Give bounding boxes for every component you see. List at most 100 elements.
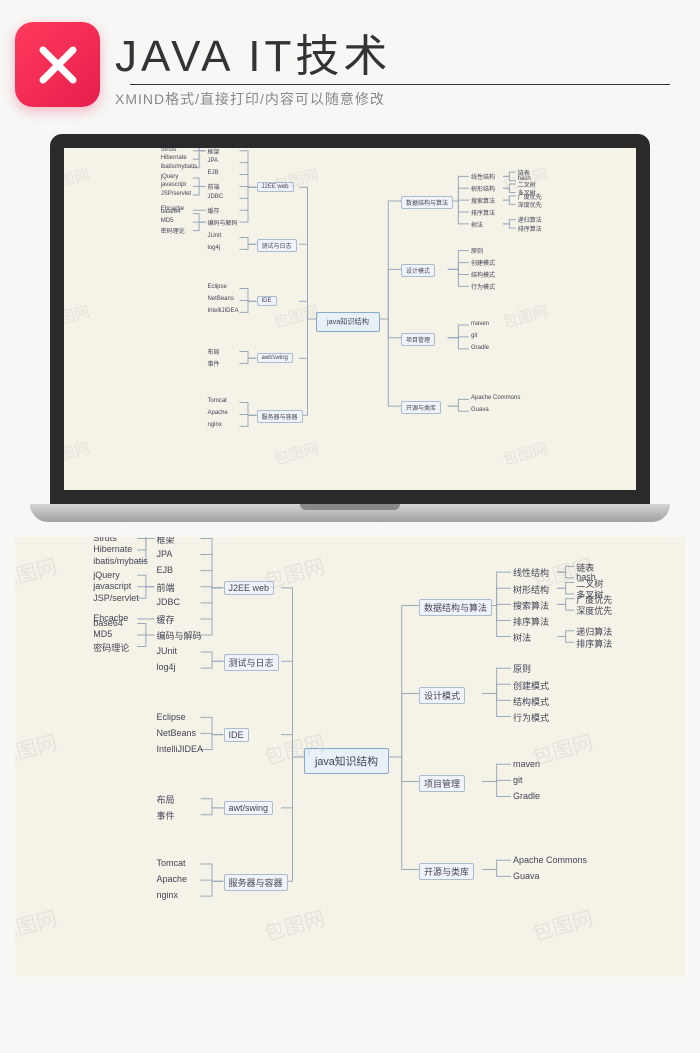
mindmap-node: nginx — [155, 890, 181, 900]
mindmap-node: Struts — [159, 147, 179, 153]
watermark: 包图网 — [50, 436, 92, 469]
mindmap-node: 设计模式 — [401, 264, 435, 277]
page-title: JAVA IT技术 — [115, 20, 685, 84]
mindmap-node: JSP/servlet — [159, 191, 193, 197]
mindmap-node: Apache — [206, 410, 230, 416]
mindmap-node: JUnit — [155, 646, 180, 656]
mindmap-node: Hibernate — [91, 544, 134, 554]
mindmap-node: Tomcat — [206, 398, 229, 404]
mindmap-node: Eclipse — [206, 284, 229, 290]
watermark: 包图网 — [15, 725, 60, 770]
mindmap-node: nginx — [206, 422, 224, 428]
mindmap-node: IDE — [224, 728, 249, 742]
mindmap-node: Hibernate — [159, 155, 189, 161]
mindmap-node: 事件 — [155, 809, 177, 822]
mindmap-node: Apache — [155, 874, 190, 884]
mindmap-node: 前端 — [155, 581, 177, 594]
mindmap-node: JPA — [155, 549, 175, 559]
mindmap-node: 编码与解码 — [206, 218, 240, 227]
mindmap-node: 布局 — [155, 793, 177, 806]
mindmap-node: 测试与日志 — [257, 239, 297, 252]
mindmap-node: 排序算法 — [574, 637, 614, 650]
mindmap-node: 行为模式 — [511, 711, 551, 724]
mindmap-node: 框架 — [155, 537, 177, 546]
mindmap-node: 编码与解码 — [155, 629, 204, 642]
mindmap-node: 布局 — [206, 347, 222, 356]
mindmap-node: 原则 — [469, 246, 485, 255]
mindmap-node: 结构模式 — [469, 270, 497, 279]
mindmap-node: ibatis/mybatis — [91, 556, 150, 566]
title-block: JAVA IT技术 XMIND格式/直接打印/内容可以随意修改 — [115, 20, 685, 109]
watermark: 包图网 — [271, 299, 321, 332]
mindmap-node: 测试与日志 — [224, 654, 279, 671]
watermark: 包图网 — [271, 436, 321, 469]
mindmap-node: 线性结构 — [469, 172, 497, 181]
mindmap-node: 树法 — [511, 631, 533, 644]
mindmap-node: 框架 — [206, 147, 222, 156]
mindmap-node: git — [511, 775, 525, 785]
mindmap-node: 设计模式 — [419, 687, 465, 704]
mindmap-node: java知识结构 — [316, 312, 380, 332]
watermark: 包图网 — [15, 901, 60, 946]
mindmap-node: git — [469, 333, 479, 339]
mindmap-node: 创建模式 — [469, 258, 497, 267]
mindmap-node: maven — [469, 321, 491, 327]
mindmap-node: 线性结构 — [511, 566, 551, 579]
mindmap-node: JPA — [206, 158, 221, 164]
mindmap-node: java知识结构 — [304, 748, 389, 774]
mindmap-node: IntelliJIDEA — [155, 744, 206, 754]
mindmap-node: 排序算法 — [511, 615, 551, 628]
mindmap-node: log4j — [155, 662, 178, 672]
mindmap-node: 事件 — [206, 359, 222, 368]
mindmap-node: 搜索算法 — [469, 196, 497, 205]
mindmap-node: 排序算法 — [469, 208, 497, 217]
mindmap-node: NetBeans — [206, 296, 236, 302]
watermark: 包图网 — [15, 549, 60, 594]
mindmap-node: base64 — [159, 209, 183, 215]
mindmap-large: java知识结构J2EE web框架后台MVCspring框架StrutsHib… — [15, 537, 685, 977]
mindmap-node: 缓存 — [155, 613, 177, 626]
mindmap-node: 树法 — [469, 220, 485, 229]
mindmap-node: Gradle — [469, 345, 491, 351]
mindmap-node: 树形结构 — [469, 184, 497, 193]
header: JAVA IT技术 XMIND格式/直接打印/内容可以随意修改 — [0, 0, 700, 119]
mindmap-node: 深度优先 — [516, 200, 544, 209]
mindmap-node: JDBC — [155, 597, 183, 607]
mindmap-node: JSP/servlet — [91, 593, 141, 603]
mindmap-node: Apache Commons — [511, 855, 589, 865]
xmind-logo — [15, 22, 100, 107]
mindmap-node: 密码理论 — [91, 641, 131, 654]
mindmap-node: javascript — [159, 182, 188, 188]
mindmap-node: Gradle — [511, 791, 542, 801]
mindmap-node: 深度优先 — [574, 604, 614, 617]
mindmap-node: spring框架 — [159, 138, 191, 147]
mindmap-node: ibatis/mybatis — [159, 164, 199, 170]
divider — [130, 84, 670, 85]
mindmap-small: java知识结构J2EE web框架后台MVCspring框架StrutsHib… — [64, 148, 636, 490]
watermark: 包图网 — [500, 299, 550, 332]
mindmap-node: 项目管理 — [401, 333, 435, 346]
watermark: 包图网 — [50, 299, 92, 332]
mindmap-node: J2EE web — [224, 581, 275, 595]
mindmap-node: base64 — [91, 618, 125, 628]
mindmap-node: 开源与类库 — [401, 401, 441, 414]
mindmap-node: jQuery — [91, 570, 122, 580]
mindmap-node: log4j — [206, 245, 223, 251]
mindmap-node: 行为模式 — [469, 282, 497, 291]
mindmap-node: IntelliJIDEA — [206, 308, 241, 314]
mindmap-node: jQuery — [159, 174, 181, 180]
watermark: 包图网 — [500, 436, 550, 469]
mindmap-node: 前端 — [206, 182, 222, 191]
mindmap-node: 数据结构与算法 — [401, 196, 453, 209]
mindmap-node: 排序算法 — [516, 224, 544, 233]
mindmap-node: 原则 — [511, 662, 533, 675]
mindmap-node: MD5 — [91, 629, 114, 639]
mindmap-node: 搜索算法 — [511, 599, 551, 612]
mindmap-node: 结构模式 — [511, 695, 551, 708]
mindmap-node: 服务器与容器 — [257, 410, 303, 423]
mindmap-node: JUnit — [206, 233, 224, 239]
mindmap-node: awt/swing — [257, 353, 293, 363]
mindmap-node: 缓存 — [206, 206, 222, 215]
mindmap-node: IDE — [257, 296, 277, 306]
laptop-base — [30, 504, 670, 522]
